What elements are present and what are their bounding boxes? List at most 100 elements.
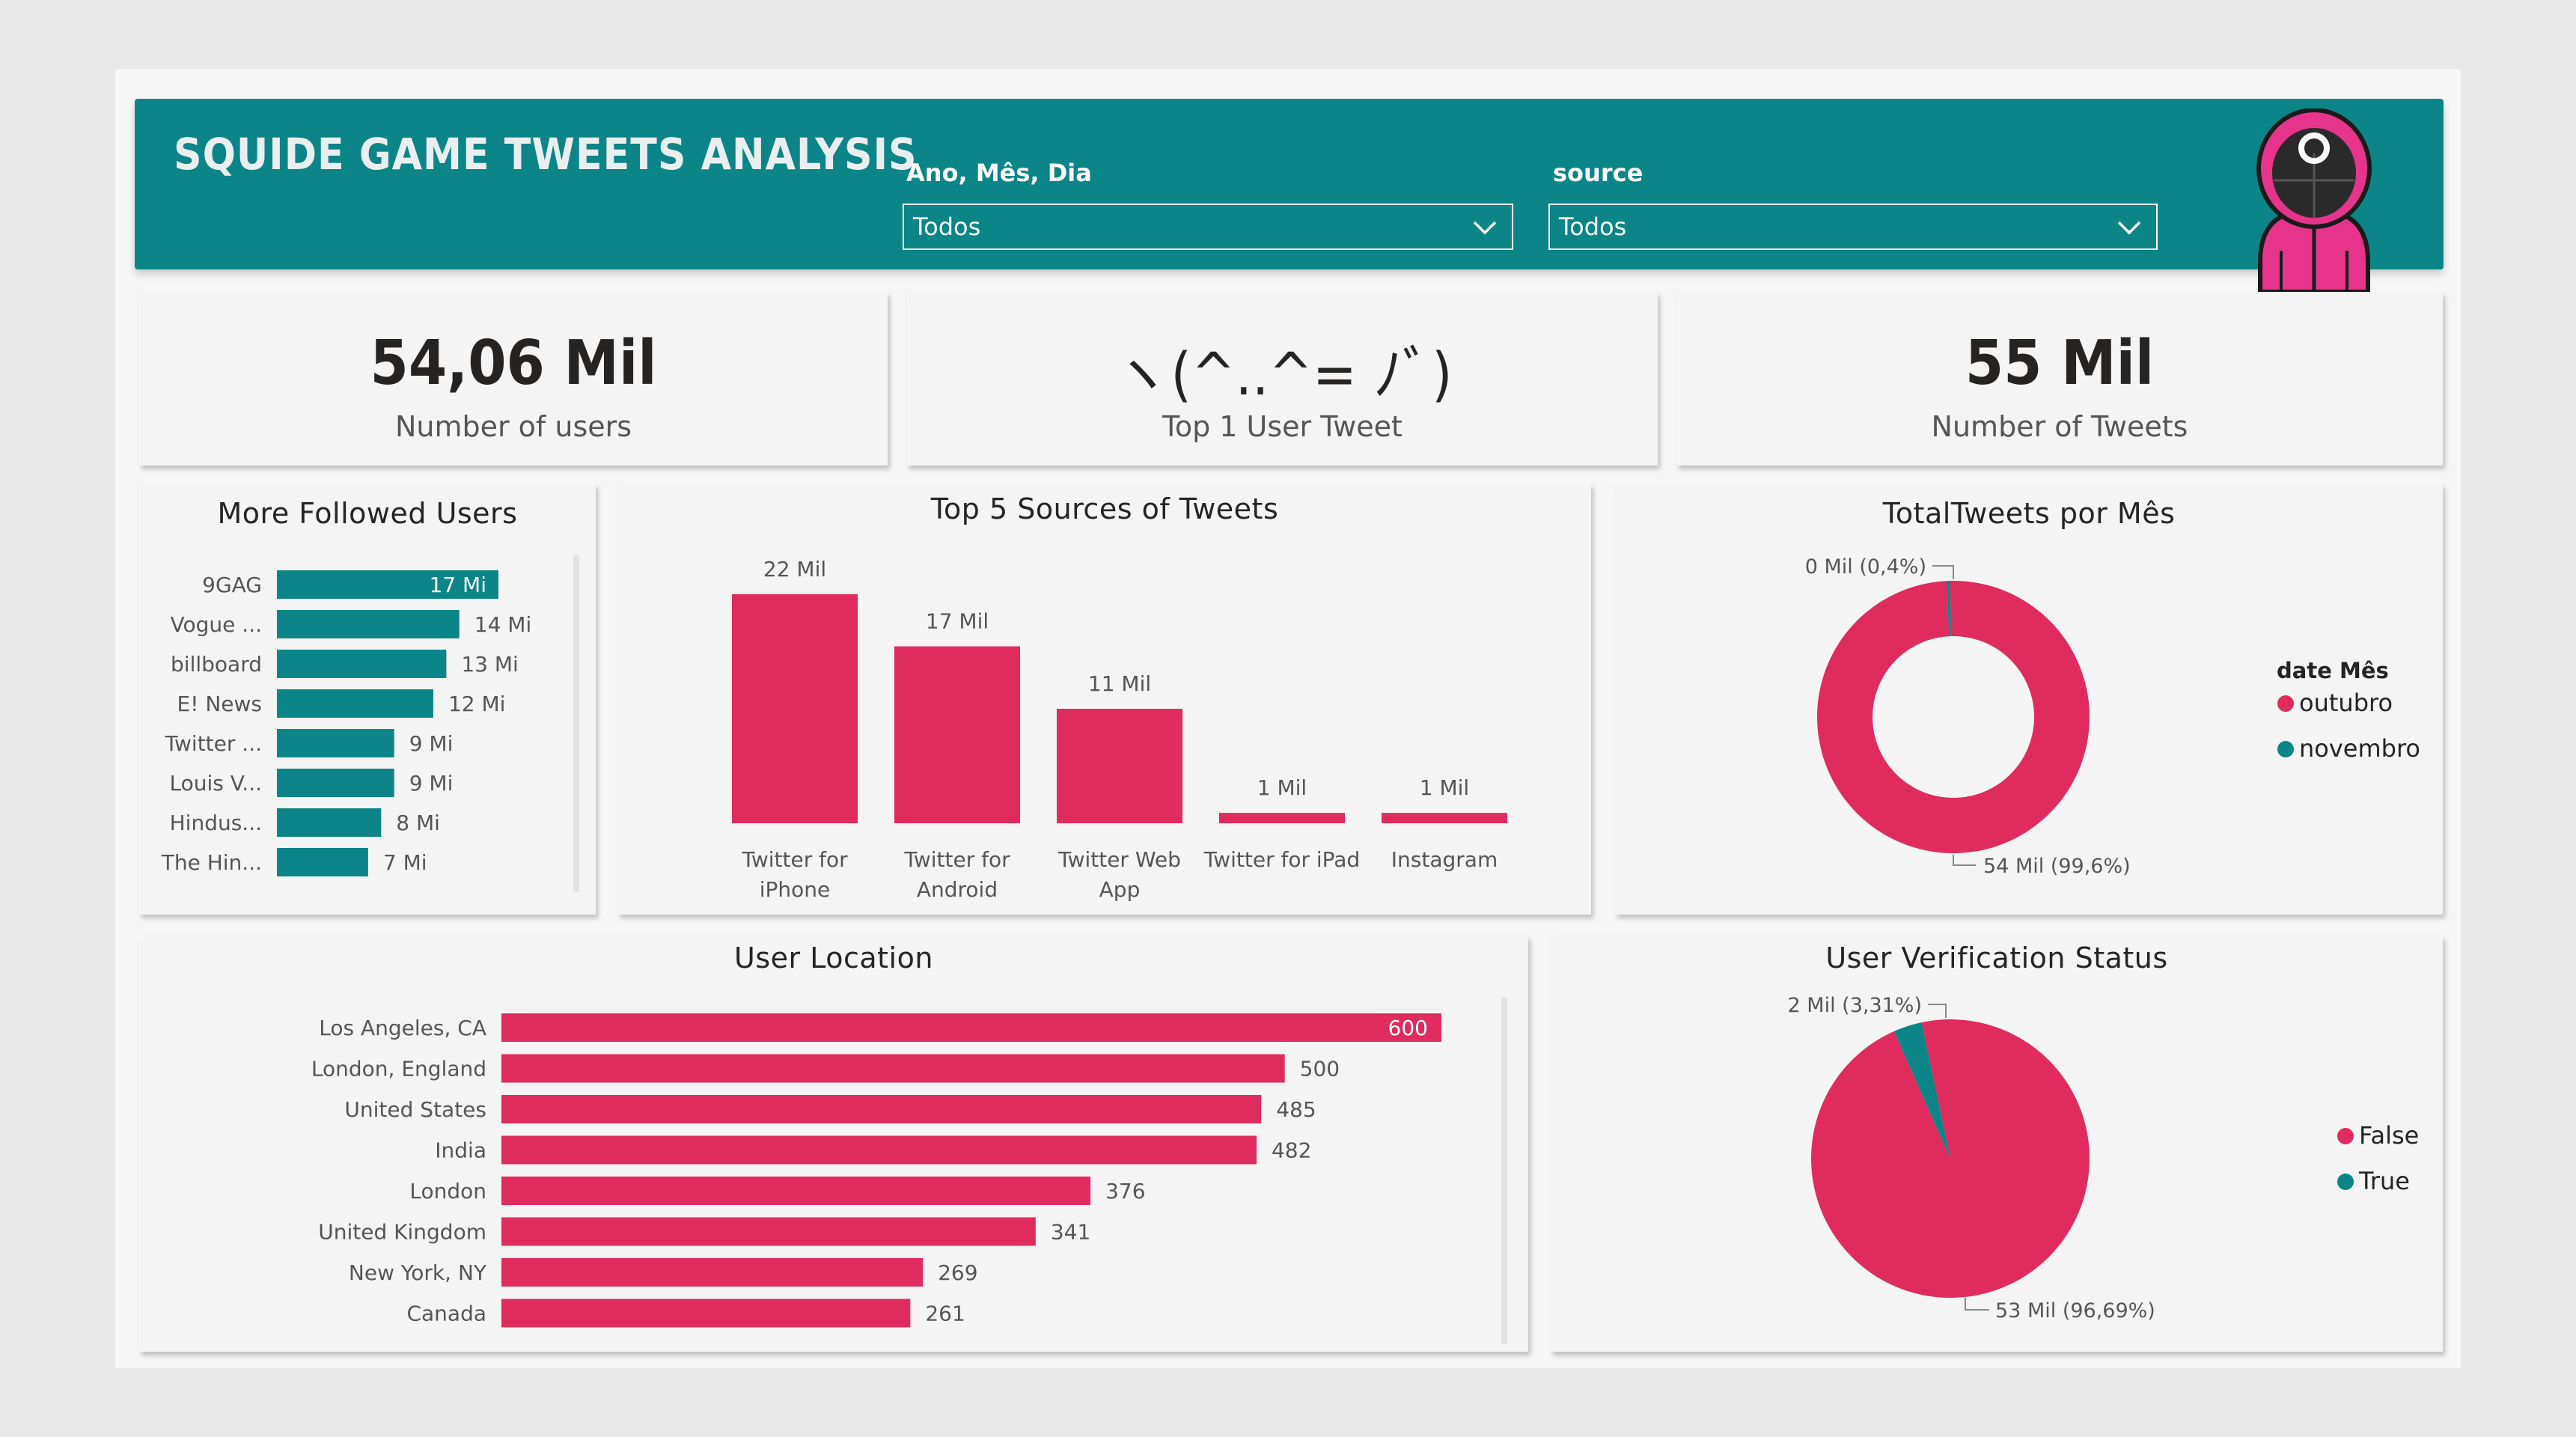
bar-data-label: 1 Mil <box>1257 775 1307 800</box>
kpi-users-value: 54,06 Mil <box>370 328 657 399</box>
bar-category-label: billboard <box>171 652 262 677</box>
bar-category-label: Twitter for <box>741 847 848 872</box>
bar-category-label: New York, NY <box>349 1260 487 1285</box>
kpi-card-top-user: ヽ(^..^= ﾉﾞ) Top 1 User Tweet <box>907 292 1658 466</box>
pie-data-label: 0 Mil (0,4%) <box>1805 555 1926 579</box>
kpi-top-user-value: ヽ(^..^= ﾉﾞ) <box>1112 341 1453 409</box>
kpi-users-label: Number of users <box>394 410 632 443</box>
date-filter-dropdown[interactable]: Todos <box>903 204 1513 250</box>
bar-category-label: Louis V... <box>170 771 263 796</box>
leader-line <box>1953 855 1976 866</box>
bar-data-label: 22 Mil <box>763 557 826 582</box>
kpi-card-tweets: 55 Mil Number of Tweets <box>1676 292 2443 466</box>
date-filter-label: Ano, Mês, Dia <box>906 159 1092 187</box>
more-followed-users-card: More Followed Users 9GAG 17 Mi Vogue ... 14… <box>139 483 596 915</box>
user-location-chart: Los Angeles, CA 600 London, England 500 Unit… <box>311 997 1507 1344</box>
legend-marker <box>2337 1128 2354 1144</box>
bar <box>732 594 858 823</box>
bar <box>1219 813 1345 823</box>
bar <box>277 650 447 678</box>
source-filter-label: source <box>1553 159 1643 187</box>
tweets-per-month-card: TotalTweets por Mês 0 Mil (0,4%) 54 Mil (… <box>1615 483 2443 915</box>
bar-data-label: 500 <box>1300 1057 1340 1081</box>
bar-category-label: 9GAG <box>202 573 262 597</box>
kpi-tweets-label: Number of Tweets <box>1931 410 2188 443</box>
bar <box>501 1095 1262 1123</box>
tweets-per-month-chart: 0 Mil (0,4%) 54 Mil (99,6%) date Mês outubr… <box>1805 555 2420 878</box>
legend-label: novembro <box>2299 734 2420 763</box>
bar-data-label: 17 Mi <box>430 573 486 597</box>
bar <box>277 848 368 876</box>
date-filter-value: Todos <box>913 213 981 241</box>
bar-category-label: Twitter for <box>903 847 1010 872</box>
source-filter-value: Todos <box>1559 213 1627 241</box>
top-sources-card: Top 5 Sources of Tweets 22 Mil Twitter fo… <box>618 483 1591 915</box>
kpi-top-user-label: Top 1 User Tweet <box>1162 410 1403 443</box>
bar <box>501 1013 1441 1042</box>
bar-category-label: Twitter ... <box>165 731 262 756</box>
bar-category-label: United States <box>344 1097 486 1122</box>
source-filter-dropdown[interactable]: Todos <box>1548 204 2158 250</box>
bar-data-label: 9 Mi <box>409 731 454 756</box>
header-bar: SQUIDE GAME TWEETS ANALYSIS Ano, Mês, Di… <box>135 99 2444 269</box>
chevron-down-icon <box>2117 221 2141 235</box>
pie-data-label: 2 Mil (3,31%) <box>1788 994 1922 1017</box>
bar <box>501 1299 911 1328</box>
bar-data-label: 7 Mi <box>383 850 427 875</box>
legend-label: outubro <box>2299 689 2393 717</box>
bar <box>894 646 1020 823</box>
bar-data-label: 600 <box>1388 1016 1428 1040</box>
pie-data-label: 53 Mil (96,69%) <box>1995 1299 2155 1322</box>
more-followed-users-chart: 9GAG 17 Mi Vogue ... 14 Mi billboard 13 Mi E! … <box>161 555 579 892</box>
bar-category-label: Android <box>917 877 998 902</box>
bar <box>501 1177 1091 1205</box>
bar <box>277 769 394 797</box>
bar-data-label: 482 <box>1272 1138 1311 1163</box>
legend-label: False <box>2359 1121 2419 1150</box>
bar-category-label: India <box>435 1138 486 1163</box>
bar <box>501 1258 924 1287</box>
bar <box>277 808 382 837</box>
bar-data-label: 341 <box>1051 1220 1090 1245</box>
bar-category-label: The Hin... <box>161 850 262 875</box>
bar-category-label: London <box>409 1179 486 1203</box>
legend-title: date Mês <box>2277 658 2389 683</box>
bar <box>501 1054 1285 1083</box>
legend-label: True <box>2358 1167 2410 1195</box>
bar <box>1057 709 1182 823</box>
bar-data-label: 8 Mi <box>396 811 440 835</box>
bar-category-label: Hindus... <box>170 811 262 835</box>
bar-data-label: 14 Mi <box>474 612 531 637</box>
bar-category-label: Twitter for iPad <box>1203 847 1360 872</box>
legend-marker <box>2337 1174 2354 1190</box>
bar-category-label: App <box>1099 877 1141 902</box>
bar-category-label: London, England <box>311 1057 486 1081</box>
bar-category-label: Vogue ... <box>171 612 262 637</box>
scrollbar-track <box>573 555 579 892</box>
bar-category-label: Los Angeles, CA <box>319 1016 486 1040</box>
scrollbar-track <box>1501 997 1507 1344</box>
bar <box>1382 813 1507 823</box>
leader-line <box>1965 1298 1989 1311</box>
bar-data-label: 11 Mil <box>1088 671 1151 696</box>
bar-data-label: 13 Mi <box>461 652 518 677</box>
bar-data-label: 485 <box>1276 1097 1316 1122</box>
bar <box>277 610 460 638</box>
bar-category-label: Instagram <box>1391 847 1498 872</box>
pie-slice <box>1816 581 2090 853</box>
user-verification-card: User Verification Status 2 Mil (3,31%) 53… <box>1551 936 2443 1352</box>
user-verification-chart: 2 Mil (3,31%) 53 Mil (96,69%) False True <box>1788 994 2420 1322</box>
chevron-down-icon <box>1473 221 1497 235</box>
leader-line <box>1932 565 1954 579</box>
kpi-card-users: 54,06 Mil Number of users <box>139 292 888 466</box>
bar <box>501 1217 1036 1246</box>
bar-category-label: Twitter Web <box>1057 847 1181 872</box>
bar-data-label: 12 Mi <box>448 692 505 716</box>
squid-game-guard-icon <box>2256 109 2372 292</box>
pie-data-label: 54 Mil (99,6%) <box>1983 855 2131 878</box>
kpi-tweets-value: 55 Mil <box>1965 328 2155 399</box>
legend-marker <box>2277 695 2294 712</box>
bar <box>277 729 394 757</box>
bar <box>277 689 433 718</box>
bar-data-label: 269 <box>938 1260 977 1285</box>
